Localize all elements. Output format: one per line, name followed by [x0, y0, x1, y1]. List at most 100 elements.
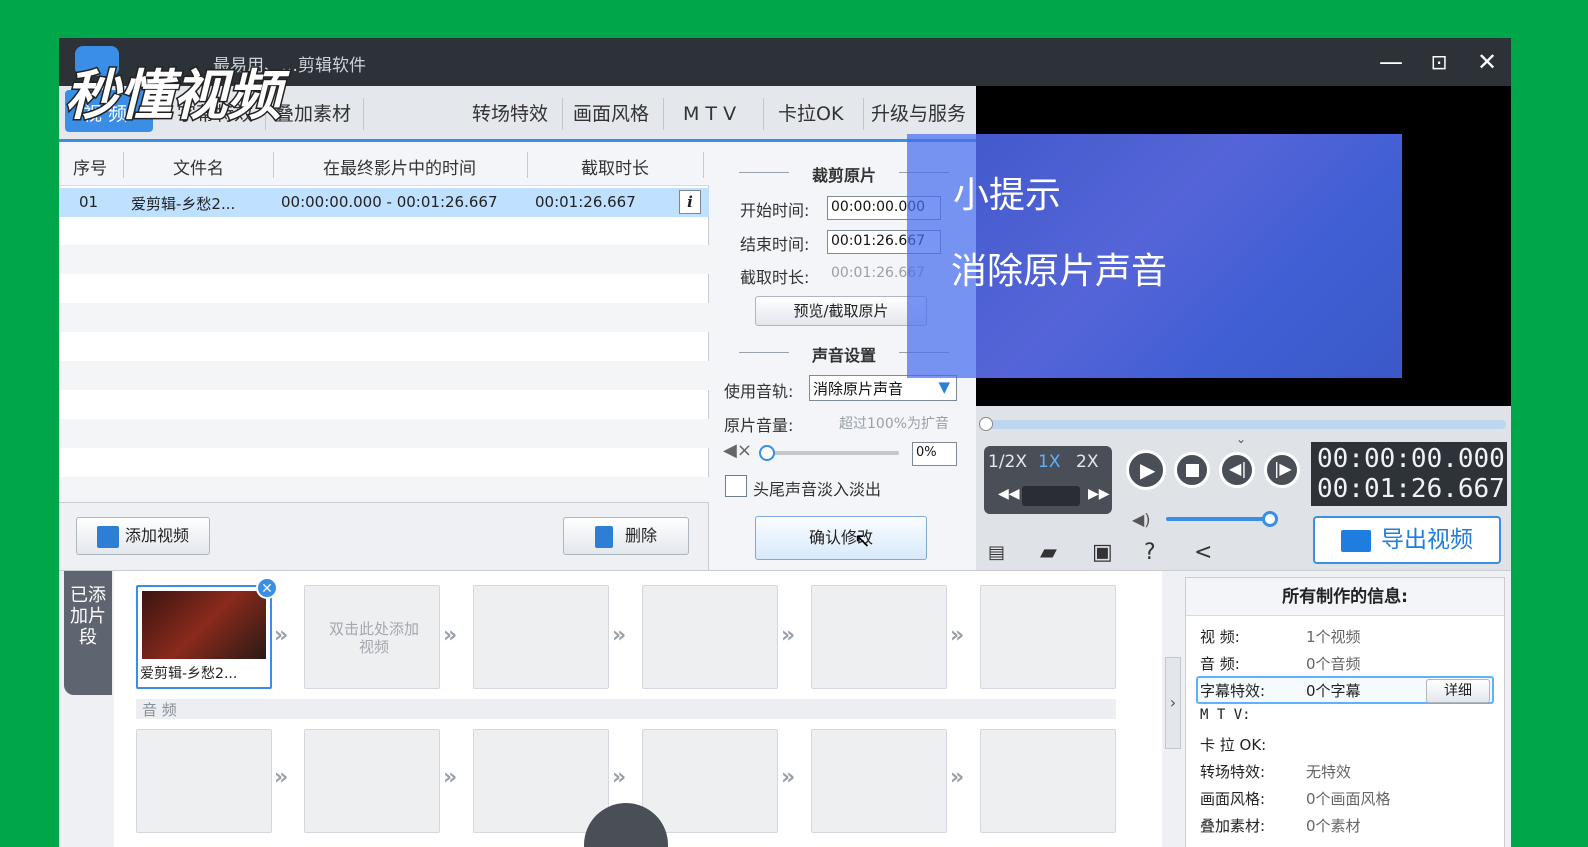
close-button[interactable]: ✕	[1471, 46, 1503, 78]
jog-wheel[interactable]	[1022, 486, 1080, 506]
volume-icon[interactable]: ◀)	[1132, 510, 1151, 529]
play-icon: ▶	[1140, 458, 1156, 482]
info-icon[interactable]: i	[679, 190, 701, 214]
info-row-video: 视 频: 1个视频	[1200, 628, 1361, 646]
col-time[interactable]: 在最终影片中的时间	[323, 154, 476, 179]
row-duration: 00:01:26.667	[535, 193, 636, 211]
speed-2x[interactable]: 2X	[1076, 452, 1098, 472]
audio-track-header: 音 频	[136, 699, 1116, 719]
confirm-button[interactable]: 确认修改	[755, 516, 927, 560]
tab-transition[interactable]: 转场特效	[466, 98, 554, 130]
file-list: 序号 文件名 在最终影片中的时间 截取时长 01 爱剪辑-乡愁2... 00:0…	[59, 142, 709, 506]
audio-slot[interactable]	[811, 729, 947, 833]
player-volume-thumb[interactable]	[1262, 511, 1278, 527]
arrow-icon: »	[274, 623, 289, 648]
col-duration[interactable]: 截取时长	[581, 154, 649, 179]
info-row-audio: 音 频: 0个音频	[1200, 655, 1361, 673]
fade-label: 头尾声音淡入淡出	[753, 480, 882, 499]
panel-toggle-icon[interactable]: ›	[1165, 657, 1181, 749]
row-filename: 爱剪辑-乡愁2...	[131, 195, 236, 213]
audio-slot[interactable]	[136, 729, 272, 833]
rewind-icon[interactable]: ◀◀	[998, 486, 1020, 502]
preview-trim-button[interactable]: 预览/截取原片	[755, 296, 927, 326]
new-project-icon[interactable]: ▤	[988, 542, 1005, 563]
remove-clip-icon[interactable]: ✕	[256, 577, 278, 599]
minimize-button[interactable]: —	[1375, 46, 1407, 78]
collapse-icon[interactable]: ⌄	[1236, 432, 1246, 446]
row-range: 00:00:00.000 - 00:01:26.667	[281, 193, 498, 211]
audio-track-label: 使用音轨:	[724, 382, 794, 401]
tab-style[interactable]: 画面风格	[567, 98, 655, 130]
detail-button[interactable]: 详细	[1426, 679, 1490, 703]
maximize-button[interactable]: ⊡	[1423, 46, 1455, 78]
share-icon[interactable]: <	[1194, 540, 1212, 565]
audio-track-select[interactable]: 消除原片声音 ▼	[809, 375, 957, 401]
seek-thumb[interactable]	[979, 417, 993, 431]
delete-button[interactable]: 删除	[563, 517, 689, 555]
open-folder-icon[interactable]: ▰	[1040, 540, 1057, 565]
info-title: 所有制作的信息:	[1186, 578, 1504, 616]
audio-slot[interactable]	[642, 729, 778, 833]
audio-slot[interactable]	[980, 729, 1116, 833]
speed-selector: 1/2X 1X 2X ◀◀ ▶▶	[984, 446, 1112, 514]
fast-forward-icon[interactable]: ▶▶	[1088, 486, 1110, 502]
audio-slot[interactable]	[304, 729, 440, 833]
project-info-panel: 所有制作的信息: 视 频: 1个视频 音 频: 0个音频 字幕特效: 0个字幕 详细 …	[1185, 577, 1505, 847]
volume-slider[interactable]	[759, 445, 899, 461]
player-volume-slider[interactable]	[1166, 511, 1278, 527]
arrow-icon: »	[612, 623, 627, 648]
volume-hint: 超过100%为扩音	[839, 416, 950, 432]
arrow-icon: »	[274, 765, 289, 790]
export-icon	[1341, 529, 1371, 552]
prev-frame-icon: ◀|	[1229, 459, 1247, 478]
duration-label: 截取时长:	[740, 268, 810, 287]
arrow-icon: »	[950, 765, 965, 790]
clip-track: 爱剪辑-乡愁2... ✕ » 双击此处添加视频 » » » » 音 频 » » …	[114, 571, 1162, 847]
row-index: 01	[79, 193, 99, 211]
seek-bar[interactable]	[979, 417, 1506, 431]
added-clips-tab[interactable]: 已添加片段	[64, 571, 112, 695]
export-video-button[interactable]: 导出视频	[1313, 516, 1501, 564]
col-index[interactable]: 序号	[73, 154, 107, 179]
current-time: 00:00:00.000	[1317, 444, 1505, 474]
film-add-icon	[96, 525, 119, 548]
file-list-header: 序号 文件名 在最终影片中的时间 截取时长	[59, 142, 709, 186]
tab-karaoke[interactable]: 卡拉OK	[772, 98, 849, 130]
empty-slot[interactable]	[473, 585, 609, 689]
col-filename[interactable]: 文件名	[173, 154, 224, 179]
stop-button[interactable]	[1174, 452, 1210, 488]
help-icon[interactable]: ?	[1144, 540, 1156, 565]
audio-slot[interactable]	[473, 729, 609, 833]
end-time-label: 结束时间:	[740, 235, 810, 254]
timeline-area: 已添加片段 爱剪辑-乡愁2... ✕ » 双击此处添加视频 » » » » 音 …	[59, 570, 1511, 847]
empty-slot[interactable]	[811, 585, 947, 689]
volume-slider-thumb[interactable]	[759, 445, 775, 461]
tab-upgrade[interactable]: 升级与服务	[865, 98, 972, 130]
clip-thumbnail[interactable]: 爱剪辑-乡愁2... ✕	[136, 577, 278, 689]
speed-1x[interactable]: 1X	[1038, 452, 1060, 472]
volume-input[interactable]: 0%	[912, 442, 957, 466]
mute-icon[interactable]: ◀×	[723, 440, 752, 461]
empty-slot[interactable]	[642, 585, 778, 689]
add-video-button[interactable]: 添加视频	[76, 517, 210, 555]
clip-image	[142, 591, 266, 659]
tip-title: 小提示	[953, 175, 1062, 216]
save-icon[interactable]: ▣	[1092, 540, 1113, 565]
fade-checkbox[interactable]	[725, 475, 747, 497]
prev-frame-button[interactable]: ◀|	[1219, 452, 1255, 488]
table-row[interactable]: 01 爱剪辑-乡愁2... 00:00:00.000 - 00:01:26.66…	[59, 188, 709, 217]
empty-slot-add[interactable]: 双击此处添加视频	[304, 585, 440, 689]
arrow-icon: »	[612, 765, 627, 790]
play-button[interactable]: ▶	[1126, 450, 1166, 490]
start-time-label: 开始时间:	[740, 201, 810, 220]
watermark-logo: 秒懂视频	[64, 46, 291, 128]
empty-slot[interactable]	[980, 585, 1116, 689]
clip-name: 爱剪辑-乡愁2...	[140, 666, 238, 682]
tip-overlay: 小提示 消除原片声音	[907, 134, 1402, 378]
next-frame-icon: |▶	[1274, 459, 1292, 478]
tab-mtv[interactable]: M T V	[677, 98, 742, 130]
speed-half[interactable]: 1/2X	[988, 452, 1027, 472]
next-frame-button[interactable]: |▶	[1264, 452, 1300, 488]
info-row-style: 画面风格: 0个画面风格	[1200, 790, 1391, 808]
info-row-transition: 转场特效: 无特效	[1200, 763, 1352, 781]
